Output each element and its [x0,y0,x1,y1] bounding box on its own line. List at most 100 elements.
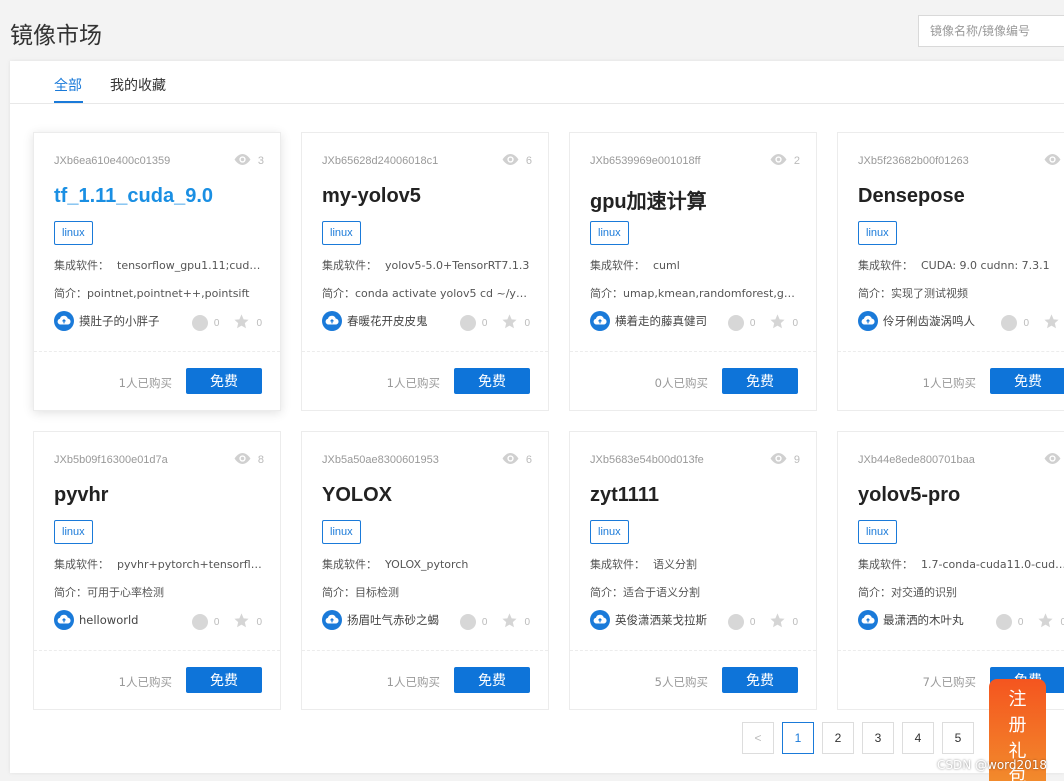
image-card[interactable]: JXb5b09f16300e01d7a 8 pyvhr linux 集成软件： p… [33,431,281,710]
star-stat[interactable]: 0 [501,313,530,333]
like-stat[interactable]: 0 [459,614,488,630]
author[interactable]: 横着走的藤真健司 [590,311,707,331]
image-name[interactable]: YOLOX [322,484,392,507]
eye-icon [769,153,788,169]
view-count-value: 9 [793,454,800,466]
avatar [322,311,342,331]
like-stat[interactable]: 0 [1001,315,1029,331]
image-name[interactable]: yolov5-pro [858,484,960,507]
intro-value: 实现了测试视频 [891,287,968,300]
like-stat[interactable]: 0 [995,614,1023,630]
star-stat[interactable]: 0 [1037,612,1064,632]
software-row: 集成软件： 1.7-conda-cuda11.0-cudnn8 [858,556,1064,572]
page-1-button[interactable]: 1 [782,722,814,754]
software-value: 1.7-conda-cuda11.0-cudnn8 [921,558,1064,571]
page-2-button[interactable]: 2 [822,722,854,754]
eye-icon [233,452,252,468]
intro-row: 简介：umap,kmean,randomforest,gpu加速 [590,285,800,301]
star-stat[interactable]: 0 [233,313,262,333]
tab-all[interactable]: 全部 [54,75,82,95]
view-count-value: 3 [257,155,264,167]
image-card[interactable]: JXb6ea610e400c01359 3 tf_1.11_cuda_9.0 l… [33,132,281,411]
image-code: JXb5683e54b00d013fe [590,454,704,466]
prev-page-button[interactable]: < [742,722,774,754]
like-count: 0 [481,616,488,628]
software-value: tensorflow_gpu1.11;cuda9.0;cudnn7 [117,259,264,272]
software-row: 集成软件： tensorflow_gpu1.11;cuda9.0;cudnn7 [54,257,264,273]
star-stat[interactable]: 0 [233,612,262,632]
free-button[interactable]: 免费 [186,368,262,394]
image-card[interactable]: JXb6539969e001018ff 2 gpu加速计算 linux 集成软件… [569,132,817,411]
image-card[interactable]: JXb65628d24006018c1 6 my-yolov5 linux 集成… [301,132,549,411]
image-name[interactable]: tf_1.11_cuda_9.0 [54,185,213,208]
image-card[interactable]: JXb5f23682b00f01263 Densepose linux 集成软件… [837,132,1064,411]
author[interactable]: 扬眉吐气赤砂之蝎 [322,610,439,630]
free-button[interactable]: 免费 [990,368,1064,394]
like-stat[interactable]: 0 [191,315,219,331]
image-name[interactable]: zyt1111 [590,484,659,507]
free-button[interactable]: 免费 [454,667,530,693]
os-tag: linux [590,221,629,245]
like-stat[interactable]: 0 [191,614,220,630]
author[interactable]: 摸肚子的小胖子 [54,311,160,331]
free-button[interactable]: 免费 [722,667,798,693]
image-name[interactable]: Densepose [858,185,965,208]
intro-row: 简介：可用于心率检测 [54,584,264,600]
author-name: 摸肚子的小胖子 [79,314,160,328]
intro-value: conda activate yolov5 cd ~/yolov5 [355,287,532,300]
intro-row: 简介：conda activate yolov5 cd ~/yolov5 [322,285,532,301]
free-button[interactable]: 免费 [722,368,798,394]
page-5-button[interactable]: 5 [942,722,974,754]
image-card[interactable]: JXb5a50ae8300601953 6 YOLOX linux 集成软件： Y… [301,431,549,710]
page-4-button[interactable]: 4 [902,722,934,754]
software-value: CUDA: 9.0 cudnn: 7.3.1 [921,259,1050,272]
image-code: JXb6ea610e400c01359 [54,155,171,167]
intro-label: 简介： [590,287,623,300]
author[interactable]: helloworld [54,610,138,630]
free-button[interactable]: 免费 [186,667,262,693]
star-icon [233,612,250,632]
star-count: 0 [256,317,262,329]
author-name: helloworld [79,613,139,627]
free-button[interactable]: 免费 [454,368,530,394]
view-count-value: 2 [793,155,800,167]
tab-favorites[interactable]: 我的收藏 [110,75,166,95]
page-3-button[interactable]: 3 [862,722,894,754]
author[interactable]: 最潇洒的木叶丸 [858,610,964,630]
card-divider [34,650,280,651]
star-stat[interactable]: 0 [501,612,530,632]
intro-value: umap,kmean,randomforest,gpu加速 [623,287,800,300]
tab-active-indicator [54,101,83,103]
image-code: JXb5f23682b00f01263 [858,155,969,167]
like-count: 0 [213,616,220,628]
like-stat[interactable]: 0 [727,614,755,630]
image-name[interactable]: my-yolov5 [322,185,421,208]
search-input[interactable] [918,15,1064,47]
author[interactable]: 英俊潇洒莱戈拉斯 [590,610,707,630]
author[interactable]: 春暖花开皮皮鬼 [322,311,428,331]
star-count: 0 [524,317,530,329]
star-stat[interactable]: 0 [769,612,798,632]
software-label: 集成软件： [590,259,645,272]
intro-label: 简介： [858,287,891,300]
author[interactable]: 伶牙俐齿漩涡鸣人 [858,311,975,331]
like-stat[interactable]: 0 [459,315,487,331]
image-code: JXb5b09f16300e01d7a [54,454,168,466]
star-stat[interactable]: 0 [769,313,798,333]
thumb-up-icon [191,315,208,331]
eye-icon [769,452,788,468]
intro-value: 对交通的识别 [891,586,957,599]
star-stat[interactable] [1043,313,1064,333]
page-title: 镜像市场 [10,23,102,49]
thumb-up-icon [727,614,744,630]
like-stat[interactable]: 0 [727,315,755,331]
avatar [54,610,74,630]
star-count: 0 [524,616,530,628]
star-count: 0 [792,616,798,628]
image-name[interactable]: gpu加速计算 [590,185,707,214]
buyer-count: 1人已购买 [386,376,440,390]
image-name[interactable]: pyvhr [54,484,108,507]
image-card[interactable]: JXb5683e54b00d013fe 9 zyt1111 linux 集成软件… [569,431,817,710]
image-card[interactable]: JXb44e8ede800701baa yolov5-pro linux 集成软… [837,431,1064,710]
software-row: 集成软件： cuml [590,257,800,273]
